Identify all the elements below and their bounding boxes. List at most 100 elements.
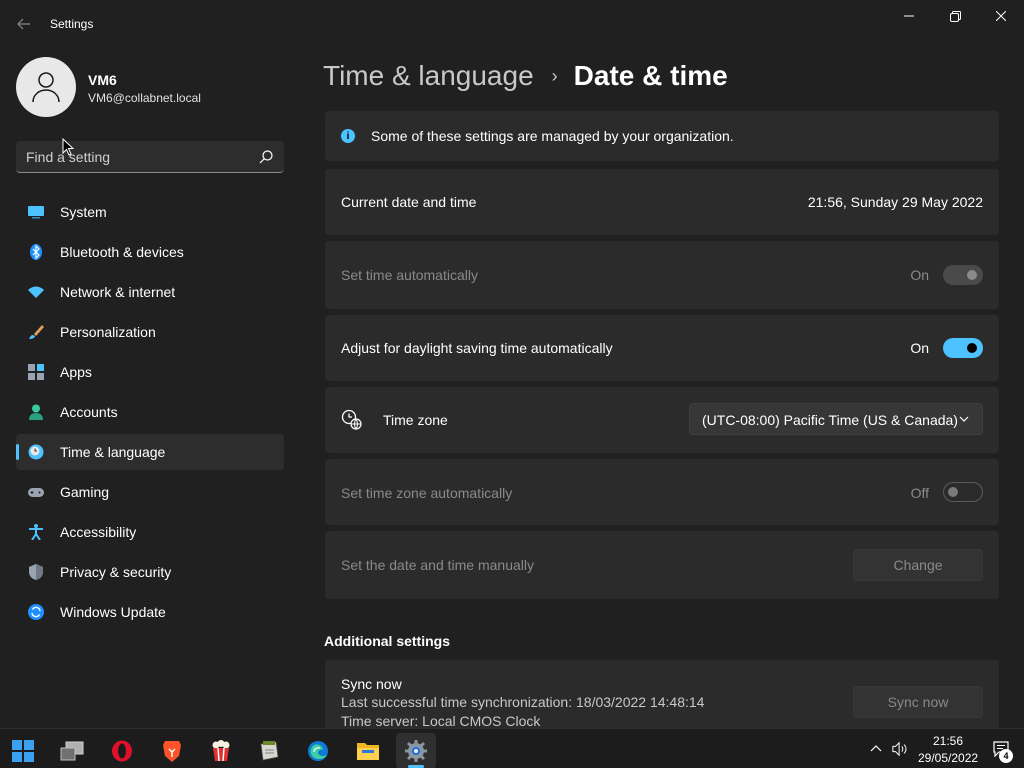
daylight-saving-label: Adjust for daylight saving time automati… (341, 340, 613, 356)
sidebar-item-personalization[interactable]: Personalization (16, 314, 284, 350)
daylight-saving-toggle[interactable] (943, 338, 983, 358)
taskbar-clock-date[interactable]: 29/05/2022 (918, 751, 978, 765)
time-zone-card: Time zone (UTC-08:00) Pacific Time (US &… (325, 387, 999, 453)
maximize-button[interactable] (932, 0, 978, 32)
time-zone-selected: (UTC-08:00) Pacific Time (US & Canada) (702, 412, 958, 428)
manual-datetime-card: Set the date and time manually Change (325, 531, 999, 599)
sidebar-item-privacy[interactable]: Privacy & security (16, 554, 284, 590)
avatar[interactable] (16, 57, 76, 117)
set-tz-auto-card: Set time zone automatically Off (325, 459, 999, 525)
sidebar-item-bluetooth[interactable]: Bluetooth & devices (16, 234, 284, 270)
time-zone-dropdown[interactable]: (UTC-08:00) Pacific Time (US & Canada) (689, 403, 983, 435)
sidebar-item-windows-update[interactable]: Windows Update (16, 594, 284, 630)
set-tz-auto-toggle[interactable] (943, 482, 983, 502)
back-button[interactable] (12, 12, 36, 36)
sidebar-item-label: Windows Update (60, 604, 166, 620)
set-tz-auto-state: Off (910, 485, 929, 501)
info-icon: i (341, 129, 355, 143)
sync-title: Sync now (341, 676, 402, 692)
sidebar-item-label: System (60, 204, 107, 220)
edge-button[interactable] (298, 733, 338, 768)
set-tz-auto-label: Set time zone automatically (341, 485, 513, 501)
taskbar: 21:56 29/05/2022 4 (0, 728, 1024, 768)
opera-button[interactable] (102, 733, 142, 768)
minimize-button[interactable] (886, 0, 932, 32)
daylight-saving-card: Adjust for daylight saving time automati… (325, 315, 999, 381)
clock-globe-icon (28, 444, 44, 460)
page-title: Date & time (573, 60, 728, 91)
sidebar-item-label: Bluetooth & devices (60, 244, 184, 260)
update-icon (28, 604, 44, 620)
task-view-button[interactable] (52, 733, 92, 768)
sidebar-item-gaming[interactable]: Gaming (16, 474, 284, 510)
accessibility-icon (29, 524, 43, 540)
tray-overflow-button[interactable] (868, 741, 884, 757)
minimize-icon (904, 15, 914, 17)
task-view-icon (60, 741, 84, 761)
sidebar-item-label: Gaming (60, 484, 110, 500)
settings-icon (405, 740, 427, 762)
settings-taskbar-button[interactable] (396, 733, 436, 768)
daylight-saving-state: On (910, 340, 929, 356)
sidebar-item-accounts[interactable]: Accounts (16, 394, 284, 430)
set-time-auto-card: Set time automatically On (325, 241, 999, 309)
gamepad-icon (28, 488, 44, 497)
brave-button[interactable] (152, 733, 192, 768)
start-icon (12, 740, 34, 762)
bluetooth-icon (30, 244, 42, 260)
file-explorer-button[interactable] (348, 733, 388, 768)
notepad-button[interactable] (249, 733, 289, 768)
toggle-knob (967, 270, 977, 280)
set-time-auto-toggle[interactable] (943, 265, 983, 285)
user-icon (32, 72, 60, 103)
sidebar-item-label: Privacy & security (60, 564, 172, 580)
popcorn-button[interactable] (201, 733, 241, 768)
close-icon (996, 11, 1006, 21)
time-server-text: Time server: Local CMOS Clock (341, 713, 541, 728)
sidebar-item-label: Accounts (60, 404, 118, 420)
manual-datetime-label: Set the date and time manually (341, 557, 535, 573)
toggle-knob (948, 487, 958, 497)
search-icon[interactable] (258, 149, 274, 165)
sidebar-item-network[interactable]: Network & internet (16, 274, 284, 310)
close-button[interactable] (978, 0, 1024, 32)
toggle-knob (967, 343, 977, 353)
sidebar-item-apps[interactable]: Apps (16, 354, 284, 390)
brave-icon (163, 741, 181, 762)
additional-settings-heading: Additional settings (324, 633, 450, 649)
monitor-icon (28, 206, 44, 219)
sidebar-item-accessibility[interactable]: Accessibility (16, 514, 284, 550)
notepad-icon (260, 741, 279, 761)
wifi-icon (28, 286, 44, 298)
change-button[interactable]: Change (853, 549, 983, 581)
opera-icon (112, 740, 132, 762)
current-datetime-value: 21:56, Sunday 29 May 2022 (807, 194, 983, 210)
time-zone-label: Time zone (383, 412, 448, 428)
restore-icon (949, 10, 961, 22)
search-box[interactable] (16, 141, 284, 173)
sidebar-item-time-language[interactable]: Time & language (16, 434, 284, 470)
time-zone-icon (341, 409, 362, 430)
last-sync-text: Last successful time synchronization: 18… (341, 694, 705, 710)
sync-now-button[interactable]: Sync now (853, 686, 983, 718)
info-banner: i Some of these settings are managed by … (325, 111, 999, 161)
volume-button[interactable] (892, 741, 908, 757)
person-icon (29, 404, 43, 420)
sidebar-item-label: Network & internet (60, 284, 176, 300)
app-title: Settings (50, 17, 94, 31)
apps-icon (28, 364, 44, 380)
search-input[interactable] (26, 141, 256, 172)
file-explorer-icon (357, 743, 379, 760)
sidebar-item-system[interactable]: System (16, 194, 284, 230)
volume-icon (892, 741, 907, 757)
current-datetime-label: Current date and time (341, 194, 477, 210)
taskbar-clock-time[interactable]: 21:56 (918, 734, 978, 748)
notification-badge: 4 (999, 749, 1013, 763)
sidebar-item-label: Apps (60, 364, 92, 380)
chevron-down-icon (959, 416, 969, 422)
breadcrumb-parent-link[interactable]: Time & language (323, 60, 534, 92)
title-bar: Settings (0, 0, 1024, 48)
sidebar-item-label: Time & language (60, 444, 166, 460)
user-email: VM6@collabnet.local (88, 91, 201, 105)
start-button[interactable] (3, 733, 43, 768)
